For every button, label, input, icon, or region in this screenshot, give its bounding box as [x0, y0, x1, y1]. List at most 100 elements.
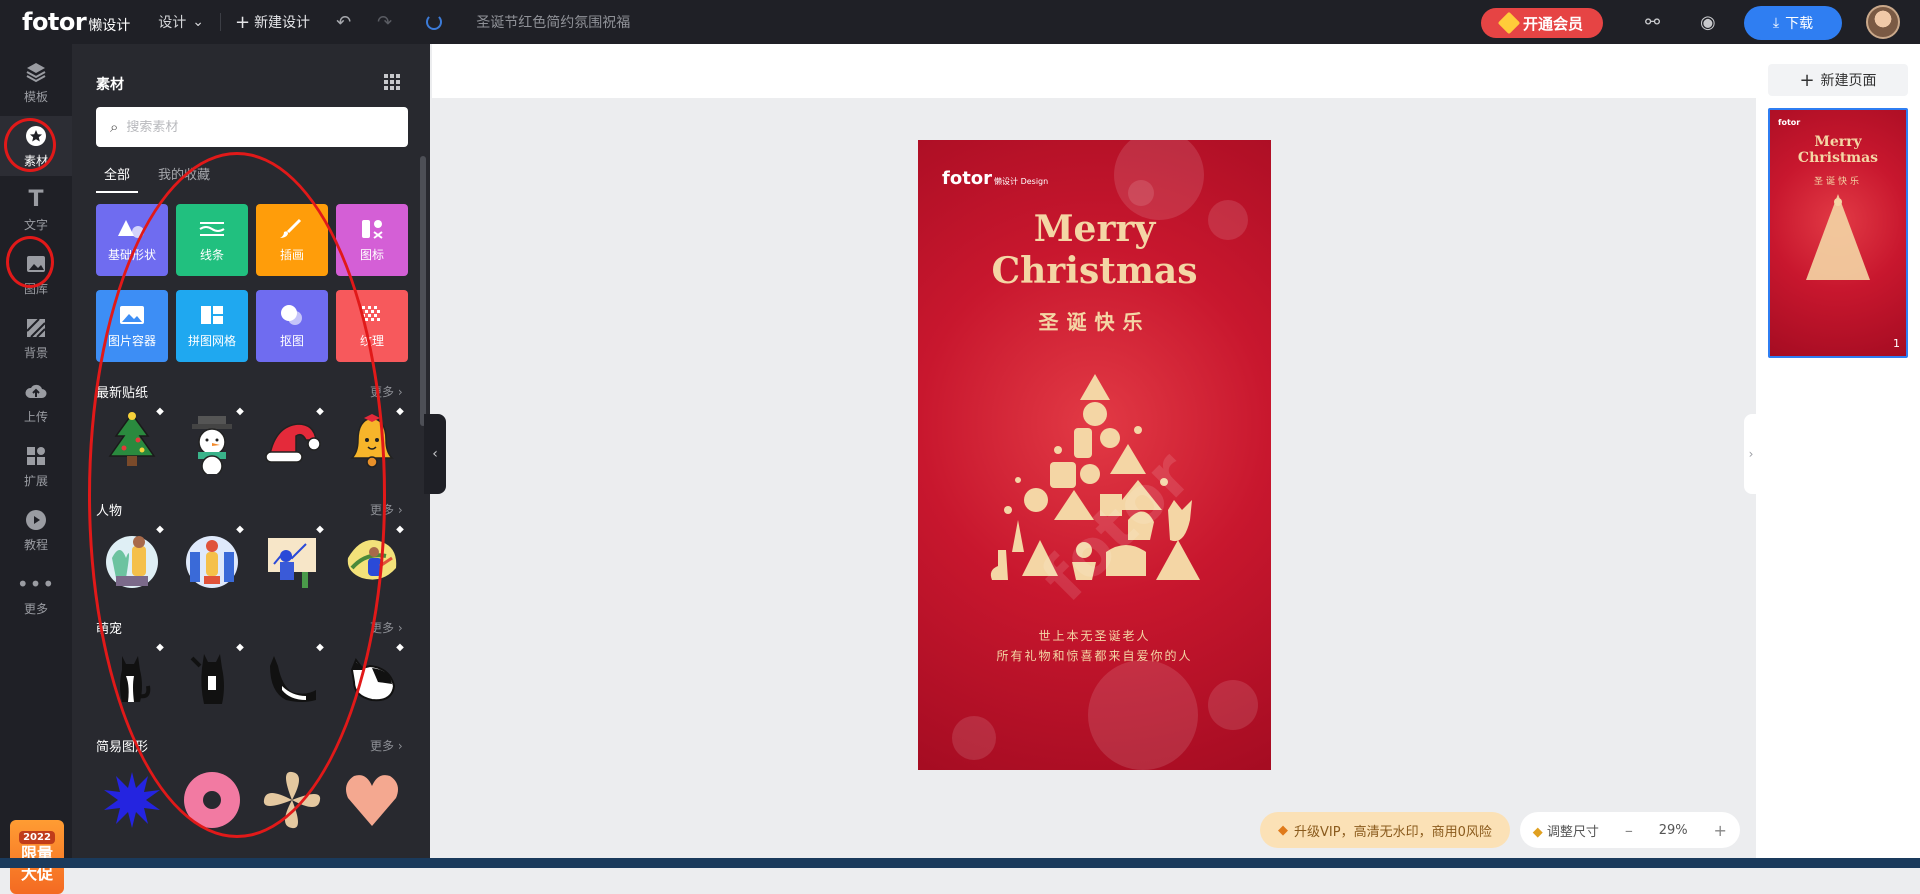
nav-label: 更多 [23, 601, 48, 616]
logo-sub: 懒设计 [88, 18, 131, 34]
more-icon: ••• [16, 571, 56, 596]
annotation-circle [4, 118, 56, 172]
top-bar: fotor 懒设计 设计 ⌄ + 新建设计 ↶ ↷ 圣诞节红色简约氛围祝福 [0, 0, 1920, 44]
diamond-icon: ◆ [1278, 822, 1288, 838]
search-box: ⌕ [96, 107, 408, 147]
new-page-button[interactable]: + 新建页面 [1768, 64, 1908, 96]
nav-item-extensions[interactable]: 扩展 [0, 436, 72, 496]
nav-label: 教程 [23, 537, 48, 552]
bottom-controls: ◆ 升级VIP，高清无水印，商用0风险 ◆ 调整尺寸 – 29% + [1260, 812, 1740, 848]
more-link-shapes[interactable]: 更多 › [370, 737, 403, 754]
nav-item-more[interactable]: ••• 更多 [0, 564, 72, 624]
tile-label: 图标 [359, 247, 384, 262]
heart-shape[interactable] [336, 762, 408, 838]
page-number: 1 [1893, 337, 1900, 350]
share-icon[interactable]: ⚯ [1645, 12, 1660, 33]
poster-logo: fotor 懒设计 Design [942, 168, 1048, 189]
vip-diamond-icon: ◆ [396, 406, 404, 417]
divider [219, 13, 221, 31]
tab-all[interactable]: 全部 [96, 164, 139, 193]
resize-label: 调整尺寸 [1546, 824, 1599, 840]
bokeh-decoration [1208, 680, 1258, 730]
os-taskbar [0, 858, 1920, 868]
preview-eye-icon[interactable]: ◉ [1700, 12, 1716, 33]
chevron-left-icon: ‹ [432, 446, 438, 462]
vip-diamond-icon: ◆ [396, 524, 404, 535]
plus-icon: + [1799, 69, 1815, 91]
play-icon [24, 508, 48, 532]
thumb-tree-graphic [1806, 194, 1870, 280]
vip-label: 开通会员 [1522, 14, 1583, 33]
more-label: 更多 [370, 739, 395, 753]
panel-scrollbar[interactable] [420, 156, 426, 426]
nav-item-tutorials[interactable]: 教程 [0, 500, 72, 560]
chevron-right-icon: › [1748, 447, 1754, 461]
new-page-label: 新建页面 [1820, 73, 1877, 89]
thumb-title-line1: Merry [1814, 134, 1862, 150]
poster-title-line2: Christmas [991, 250, 1198, 292]
nav-label: 模板 [23, 89, 48, 104]
design-menu[interactable]: 设计 ⌄ [158, 12, 204, 32]
nav-item-upload[interactable]: 上传 [0, 372, 72, 432]
plus-icon: + [234, 11, 251, 33]
nav-item-background[interactable]: 背景 [0, 308, 72, 368]
pages-panel: + 新建页面 fotor Merry Christmas 圣诞快乐 1 [1756, 44, 1920, 868]
diamond-icon: ◆ [1532, 824, 1543, 840]
nav-item-text[interactable]: T 文字 [0, 180, 72, 240]
grid-view-icon[interactable] [384, 74, 400, 90]
saving-spinner-icon [426, 14, 443, 30]
annotation-circle [6, 236, 54, 288]
new-design-label: 新建设计 [254, 15, 311, 31]
design-poster[interactable]: fotor 懒设计 Design Merry Christmas 圣诞快乐 fo… [918, 140, 1271, 770]
logo-text: fotor [22, 8, 87, 36]
collapse-panel-button[interactable]: ‹ [424, 414, 446, 494]
zoom-in-button[interactable]: + [1713, 821, 1726, 840]
chevron-down-icon: ⌄ [192, 14, 204, 30]
upgrade-vip-button[interactable]: ◆ 升级VIP，高清无水印，商用0风险 [1260, 812, 1510, 848]
design-menu-label: 设计 [158, 15, 187, 31]
nav-label: 文字 [23, 217, 48, 232]
poster-logo-sub: 懒设计 Design [994, 177, 1049, 186]
thumb-title: Merry Christmas [1770, 134, 1906, 166]
poster-line2: 所有礼物和惊喜都来自爱你的人 [996, 649, 1193, 663]
poster-line1: 世上本无圣诞老人 [1038, 629, 1151, 643]
bokeh-decoration [1128, 180, 1154, 206]
app-logo[interactable]: fotor 懒设计 [22, 8, 130, 36]
nav-label: 背景 [23, 345, 48, 360]
bokeh-decoration [952, 716, 996, 760]
download-icon: ⤓ [1772, 15, 1780, 31]
bokeh-decoration [1088, 660, 1198, 770]
text-icon: T [28, 187, 44, 212]
download-label: 下载 [1785, 16, 1814, 32]
background-icon [24, 316, 48, 340]
resize-button[interactable]: ◆ 调整尺寸 [1533, 821, 1599, 840]
diamond-icon [1497, 11, 1521, 35]
document-title[interactable]: 圣诞节红色简约氛围祝福 [476, 12, 630, 32]
zoom-controls: ◆ 调整尺寸 – 29% + [1519, 812, 1740, 848]
avatar[interactable] [1866, 5, 1900, 39]
poster-title-line1: Merry [1033, 208, 1156, 250]
annotation-ellipse [88, 152, 386, 838]
thumb-logo: fotor [1778, 118, 1801, 127]
zoom-level: 29% [1658, 822, 1688, 838]
page-thumbnail[interactable]: fotor Merry Christmas 圣诞快乐 1 [1768, 108, 1908, 358]
thumb-subtitle: 圣诞快乐 [1813, 177, 1862, 187]
poster-title: Merry Christmas [918, 208, 1271, 292]
vip-button[interactable]: 开通会员 [1481, 8, 1603, 38]
download-button[interactable]: ⤓ 下载 [1744, 6, 1842, 40]
zoom-out-button[interactable]: – [1625, 821, 1633, 840]
poster-message: 世上本无圣诞老人 所有礼物和惊喜都来自爱你的人 [918, 626, 1271, 666]
nav-item-templates[interactable]: 模板 [0, 52, 72, 112]
upgrade-label: 升级VIP，高清无水印，商用0风险 [1294, 824, 1492, 840]
nav-label: 上传 [23, 409, 48, 424]
extension-icon [24, 444, 48, 468]
redo-icon[interactable]: ↷ [377, 12, 392, 33]
undo-icon[interactable]: ↶ [336, 12, 351, 33]
vip-diamond-icon: ◆ [396, 642, 404, 653]
upload-icon [24, 380, 48, 404]
search-input[interactable] [126, 119, 387, 135]
poster-subtitle: 圣诞快乐 [1038, 310, 1151, 334]
new-design-button[interactable]: + 新建设计 [235, 12, 310, 33]
promo-badge[interactable]: 2022 限量 大促 [10, 820, 64, 894]
panel-title: 素材 [96, 77, 124, 93]
